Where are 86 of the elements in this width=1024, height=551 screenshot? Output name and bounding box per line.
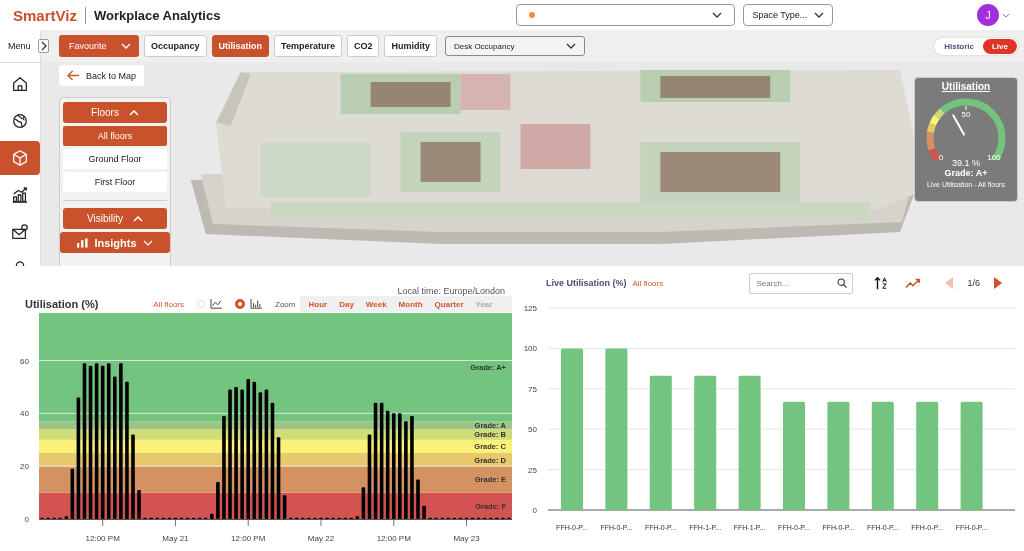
expand-button[interactable] xyxy=(38,39,49,53)
chart-bar xyxy=(216,482,220,519)
axis-label: 0 xyxy=(24,515,29,524)
chevron-down-icon xyxy=(121,43,131,49)
floors-toggle[interactable]: Floors xyxy=(63,102,167,123)
gauge-reading: 39.1 % xyxy=(952,158,980,168)
floor-item[interactable]: First Floor xyxy=(63,172,167,192)
gauge-label: 0 xyxy=(938,153,944,160)
zoom-label: Zoom xyxy=(275,299,296,309)
chevron-down-icon xyxy=(814,12,825,18)
floor-item[interactable]: Ground Floor xyxy=(63,149,167,169)
chart-type-radio[interactable] xyxy=(235,299,246,309)
gauge-label: 50 xyxy=(961,110,971,119)
app-title: Workplace Analytics xyxy=(93,7,221,23)
axis-label: 100 xyxy=(523,344,537,354)
chart-bar xyxy=(137,489,141,519)
axis-label: 75 xyxy=(528,384,537,394)
scope-label: All floors xyxy=(153,299,185,309)
page-indicator: 1/6 xyxy=(967,278,980,288)
axis-label: 20 xyxy=(20,462,29,472)
chevron-icon xyxy=(128,109,139,116)
metric-tab[interactable]: CO2 xyxy=(346,35,380,57)
mail-icon xyxy=(11,223,29,241)
chart-icon xyxy=(11,186,29,204)
zoom-option[interactable]: Quarter xyxy=(429,299,469,309)
user-avatar[interactable]: J xyxy=(977,4,999,26)
local-time: Local time: Europe/London xyxy=(397,286,505,296)
trend-icon[interactable] xyxy=(905,276,922,290)
axis-label: 12:00 PM xyxy=(376,534,411,543)
axis-label: 125 xyxy=(523,304,537,313)
metric-tab[interactable]: Occupancy xyxy=(144,35,207,57)
floor-item[interactable]: All floors xyxy=(63,126,167,146)
axis-label: May 22 xyxy=(307,534,335,543)
axis-label: 0 xyxy=(532,506,537,515)
arrow-left-icon xyxy=(67,70,80,81)
globe-icon xyxy=(11,112,29,130)
chart-title: Utilisation (%) xyxy=(25,298,99,310)
metric-tab[interactable]: Temperature xyxy=(274,35,342,57)
gauge-label: 100 xyxy=(987,153,1001,160)
zoom-option[interactable]: Day xyxy=(334,299,359,309)
search-icon xyxy=(837,278,848,288)
chevron-icon xyxy=(132,215,143,222)
caret-icon[interactable] xyxy=(1002,12,1010,18)
chart-bar xyxy=(210,513,214,519)
menu-label[interactable]: Menu xyxy=(0,41,31,51)
line-chart-icon xyxy=(210,299,223,309)
site-select[interactable] xyxy=(516,4,736,26)
metric-tab[interactable]: Utilisation xyxy=(211,35,270,57)
zoom-option[interactable]: Month xyxy=(393,299,428,309)
chevron-down-icon xyxy=(712,12,723,18)
chart-bar xyxy=(422,505,426,519)
axis-label: May 21 xyxy=(162,534,189,543)
visibility-toggle[interactable]: Visibility xyxy=(63,208,167,229)
chevron-icon xyxy=(142,239,153,246)
axis-label: 60 xyxy=(20,356,29,366)
mode-option[interactable]: Live xyxy=(983,38,1017,54)
mode-option[interactable]: Historic xyxy=(935,38,983,54)
gauge-grade: Grade: A+ xyxy=(944,168,988,178)
zoom-option[interactable]: Hour xyxy=(303,299,333,309)
axis-label: 12:00 PM xyxy=(231,534,266,543)
chevron-down-icon xyxy=(565,43,576,49)
zoom-option[interactable]: Week xyxy=(360,299,392,309)
logo: SmartViz xyxy=(13,6,86,24)
favourite-dropdown[interactable]: Favourite xyxy=(59,35,139,57)
chart-bar xyxy=(416,479,420,519)
bar-chart-icon xyxy=(77,237,89,248)
next-page-icon[interactable] xyxy=(994,277,1002,289)
chart-title: Live Utilisation (%) xyxy=(546,278,627,288)
axis-label: 40 xyxy=(20,409,29,419)
tick-mark xyxy=(965,105,967,111)
bar-chart-icon xyxy=(250,299,263,309)
search-field[interactable]: Search... xyxy=(749,272,854,294)
back-to-map-button[interactable]: Back to Map xyxy=(59,65,145,86)
axis-label: May 23 xyxy=(453,534,480,543)
scope-label: All floors xyxy=(632,278,664,288)
sort-icon[interactable] xyxy=(873,276,890,290)
axis-label: 50 xyxy=(528,425,537,435)
insights-toggle[interactable]: Insights xyxy=(60,232,170,253)
gauge-title: Utilisation xyxy=(941,81,991,92)
cube-icon xyxy=(11,149,29,167)
view-select[interactable]: Desk Occupancy xyxy=(444,36,585,56)
metric-tab[interactable]: Humidity xyxy=(384,35,437,57)
space-type-select[interactable]: Space Type... xyxy=(743,4,834,26)
axis-label: 12:00 PM xyxy=(85,534,120,543)
home-icon xyxy=(11,75,29,93)
axis-label: 25 xyxy=(528,465,537,475)
